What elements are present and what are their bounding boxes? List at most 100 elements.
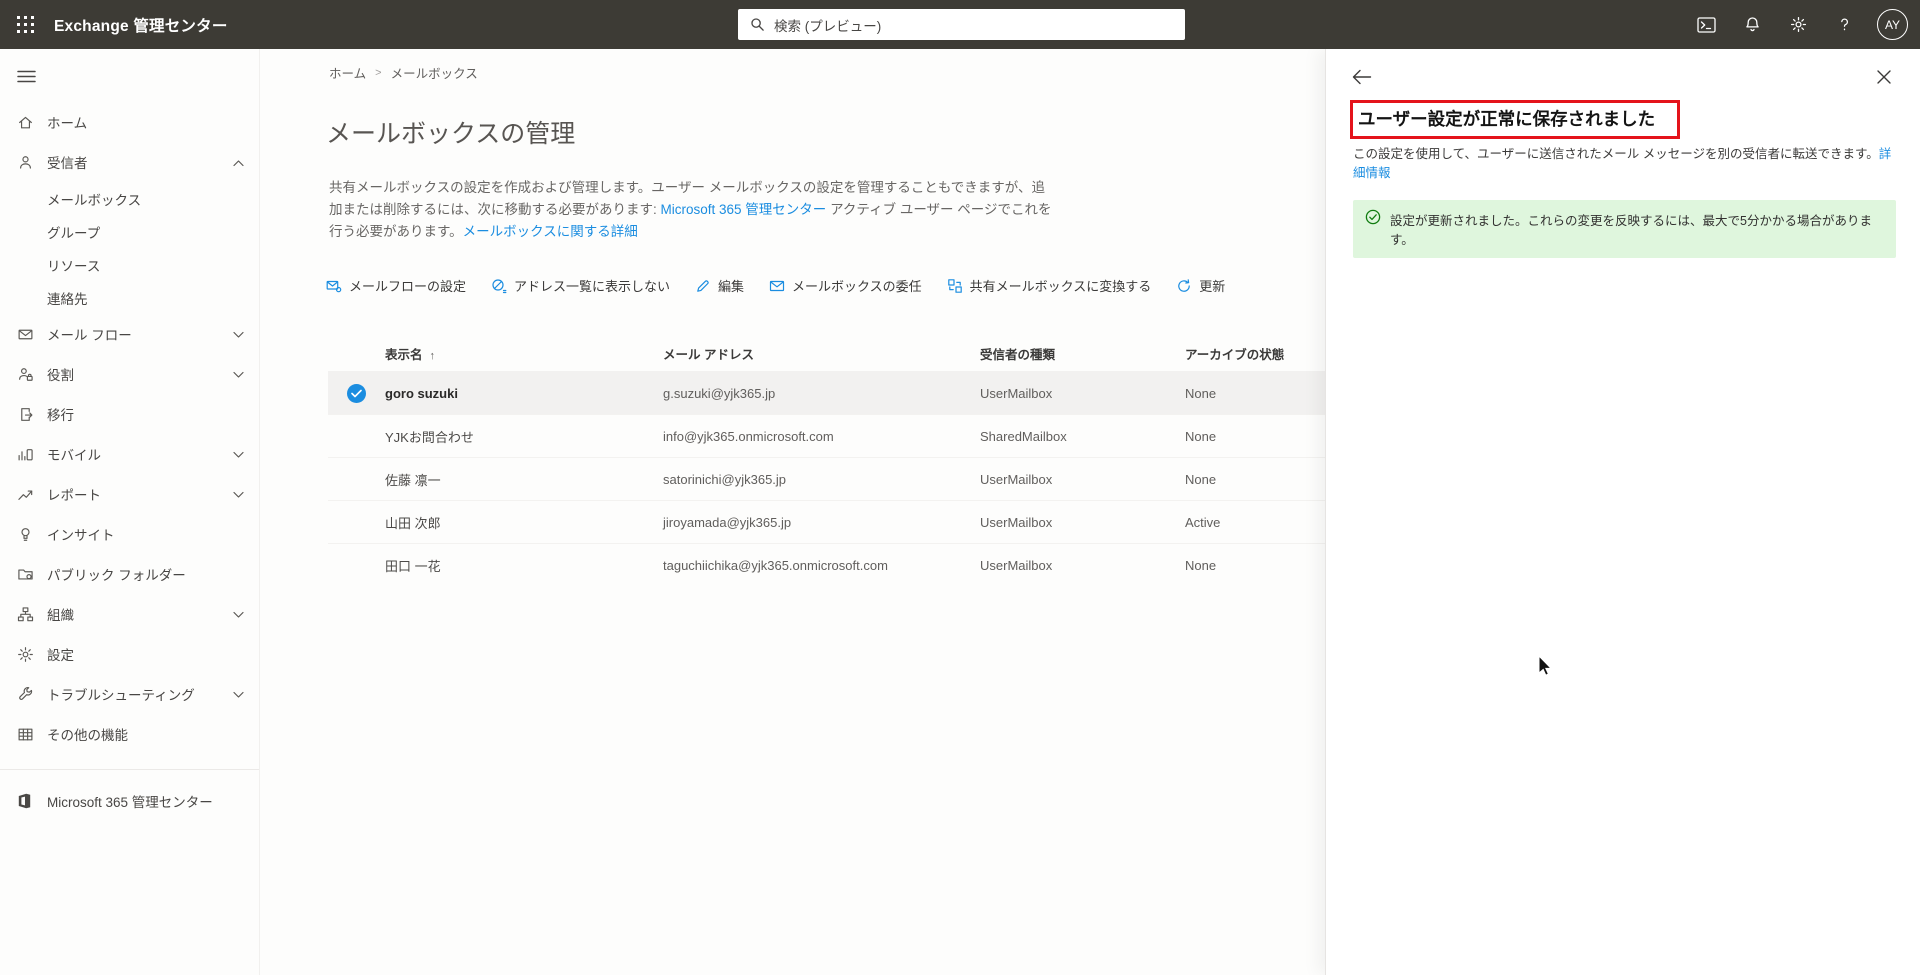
sidebar-item-label: 役割 bbox=[47, 364, 74, 384]
search-icon bbox=[750, 17, 765, 32]
sidebar-item-label: レポート bbox=[47, 484, 101, 504]
sidebar-item-recipients[interactable]: 受信者 bbox=[0, 142, 259, 182]
row-checkbox[interactable] bbox=[328, 384, 385, 403]
breadcrumb-current[interactable]: メールボックス bbox=[391, 63, 478, 82]
cell-email: g.suzuki@yjk365.jp bbox=[663, 386, 980, 401]
sidebar-item-resources[interactable]: リソース bbox=[0, 248, 259, 281]
sidebar-item-mobile[interactable]: モバイル bbox=[0, 434, 259, 474]
panel-title: ユーザー設定が正常に保存されました bbox=[1358, 109, 1655, 129]
header-label: 表示名 bbox=[385, 348, 423, 362]
wrench-icon bbox=[17, 686, 34, 703]
toolbar-label: メールボックスの委任 bbox=[792, 276, 922, 295]
cell-display-name: goro suzuki bbox=[385, 386, 663, 401]
sidebar-nav: ホーム 受信者 メールボックス グループ リソース 連絡先 メール フロー 役割… bbox=[0, 49, 260, 975]
table-header-row: 表示名↑ メール アドレス 受信者の種類 アーカイブの状態 bbox=[328, 335, 1325, 371]
header-display-name[interactable]: 表示名↑ bbox=[385, 344, 663, 363]
header-label: アーカイブの状態 bbox=[1185, 348, 1284, 362]
back-arrow-icon[interactable] bbox=[1350, 65, 1374, 89]
chevron-down-icon[interactable] bbox=[233, 367, 244, 382]
sidebar-item-contacts[interactable]: 連絡先 bbox=[0, 281, 259, 314]
sidebar-item-organization[interactable]: 組織 bbox=[0, 594, 259, 634]
table-row[interactable]: 田口 一花 taguchiichika@yjk365.onmicrosoft.c… bbox=[328, 543, 1325, 586]
lightbulb-icon bbox=[17, 526, 34, 543]
sidebar-item-troubleshooting[interactable]: トラブルシューティング bbox=[0, 674, 259, 714]
sidebar-item-label: トラブルシューティング bbox=[47, 684, 195, 704]
toolbar-label: 共有メールボックスに変換する bbox=[970, 276, 1152, 295]
page-description: 共有メールボックスの設定を作成および管理します。ユーザー メールボックスの設定を… bbox=[329, 177, 1057, 243]
chevron-down-icon[interactable] bbox=[233, 687, 244, 702]
sidebar-item-public-folders[interactable]: パブリック フォルダー bbox=[0, 554, 259, 594]
m365-admin-center-link[interactable]: Microsoft 365 管理センター bbox=[661, 202, 827, 217]
close-icon[interactable] bbox=[1872, 65, 1896, 89]
sidebar-item-other-features[interactable]: その他の機能 bbox=[0, 714, 259, 754]
sidebar-item-groups[interactable]: グループ bbox=[0, 215, 259, 248]
mail-icon bbox=[17, 326, 34, 343]
sidebar-item-label: グループ bbox=[47, 222, 100, 242]
sidebar-item-label: その他の機能 bbox=[47, 724, 128, 744]
search-input[interactable]: 検索 (プレビュー) bbox=[738, 9, 1185, 40]
report-icon bbox=[17, 486, 34, 503]
convert-to-shared-mailbox-button[interactable]: 共有メールボックスに変換する bbox=[947, 276, 1152, 295]
chevron-down-icon[interactable] bbox=[233, 607, 244, 622]
chevron-down-icon[interactable] bbox=[233, 327, 244, 342]
mailbox-delegation-button[interactable]: メールボックスの委任 bbox=[769, 276, 922, 295]
hide-address-icon bbox=[491, 278, 507, 294]
edit-button[interactable]: 編集 bbox=[695, 276, 744, 295]
refresh-button[interactable]: 更新 bbox=[1176, 276, 1225, 295]
chevron-up-icon[interactable] bbox=[233, 155, 244, 170]
powershell-icon[interactable] bbox=[1687, 0, 1725, 49]
table-row[interactable]: 佐藤 凛一 satorinichi@yjk365.jp UserMailbox … bbox=[328, 457, 1325, 500]
table-row[interactable]: 山田 次郎 jiroyamada@yjk365.jp UserMailbox A… bbox=[328, 500, 1325, 543]
folder-gear-icon bbox=[17, 566, 34, 583]
hide-from-address-list-button[interactable]: アドレス一覧に表示しない bbox=[491, 276, 670, 295]
migration-icon bbox=[17, 406, 34, 423]
person-lock-icon bbox=[17, 366, 34, 383]
sidebar-item-home[interactable]: ホーム bbox=[0, 102, 259, 142]
mail-flow-settings-button[interactable]: メールフローの設定 bbox=[326, 276, 466, 295]
refresh-icon bbox=[1176, 278, 1192, 294]
sidebar-item-migration[interactable]: 移行 bbox=[0, 394, 259, 434]
sidebar-item-label: インサイト bbox=[47, 524, 115, 544]
sidebar-item-mail-flow[interactable]: メール フロー bbox=[0, 314, 259, 354]
search-placeholder: 検索 (プレビュー) bbox=[774, 15, 881, 35]
sidebar-item-label: 連絡先 bbox=[47, 288, 88, 308]
sidebar-item-label: 組織 bbox=[47, 604, 74, 624]
header-archive-status[interactable]: アーカイブの状態 bbox=[1185, 344, 1325, 363]
bell-icon[interactable] bbox=[1733, 0, 1771, 49]
avatar[interactable]: AY bbox=[1877, 9, 1908, 40]
sidebar-item-settings[interactable]: 設定 bbox=[0, 634, 259, 674]
mailbox-learn-more-link[interactable]: メールボックスに関する詳細 bbox=[463, 224, 638, 239]
org-icon bbox=[17, 606, 34, 623]
person-icon bbox=[17, 154, 34, 171]
sidebar-item-roles[interactable]: 役割 bbox=[0, 354, 259, 394]
table-row[interactable]: YJKお問合わせ info@yjk365.onmicrosoft.com Sha… bbox=[328, 414, 1325, 457]
chevron-down-icon[interactable] bbox=[233, 487, 244, 502]
cell-recipient-type: UserMailbox bbox=[980, 386, 1185, 401]
app-launcher-icon[interactable] bbox=[0, 0, 50, 49]
cell-display-name: 佐藤 凛一 bbox=[385, 470, 663, 489]
table-row[interactable]: goro suzuki g.suzuki@yjk365.jp UserMailb… bbox=[328, 371, 1325, 414]
header-email[interactable]: メール アドレス bbox=[663, 344, 980, 363]
panel-description-text: この設定を使用して、ユーザーに送信されたメール メッセージを別の受信者に転送でき… bbox=[1353, 147, 1879, 161]
chevron-down-icon[interactable] bbox=[233, 447, 244, 462]
help-icon[interactable] bbox=[1825, 0, 1863, 49]
hamburger-menu-icon[interactable] bbox=[17, 70, 259, 88]
header-recipient-type[interactable]: 受信者の種類 bbox=[980, 344, 1185, 363]
sidebar-item-mailboxes[interactable]: メールボックス bbox=[0, 182, 259, 215]
cell-email: info@yjk365.onmicrosoft.com bbox=[663, 429, 980, 444]
gear-icon[interactable] bbox=[1779, 0, 1817, 49]
sidebar-item-label: 移行 bbox=[47, 404, 74, 424]
top-bar: Exchange 管理センター 検索 (プレビュー) AY bbox=[0, 0, 1920, 49]
details-flyout-panel: ユーザー設定が正常に保存されました この設定を使用して、ユーザーに送信されたメー… bbox=[1325, 49, 1920, 975]
header-label: メール アドレス bbox=[663, 348, 754, 362]
toolbar-label: アドレス一覧に表示しない bbox=[514, 276, 670, 295]
cell-archive-status: None bbox=[1185, 429, 1325, 444]
success-message: 設定が更新されました。これらの変更を反映するには、最大で5分かかる場合があります… bbox=[1390, 210, 1884, 248]
sidebar-item-insights[interactable]: インサイト bbox=[0, 514, 259, 554]
cell-recipient-type: SharedMailbox bbox=[980, 429, 1185, 444]
sidebar-item-m365-admin-center[interactable]: Microsoft 365 管理センター bbox=[0, 781, 259, 821]
home-icon bbox=[17, 114, 34, 131]
sidebar-item-label: 受信者 bbox=[47, 152, 88, 172]
sidebar-item-reports[interactable]: レポート bbox=[0, 474, 259, 514]
breadcrumb-home[interactable]: ホーム bbox=[329, 63, 366, 82]
